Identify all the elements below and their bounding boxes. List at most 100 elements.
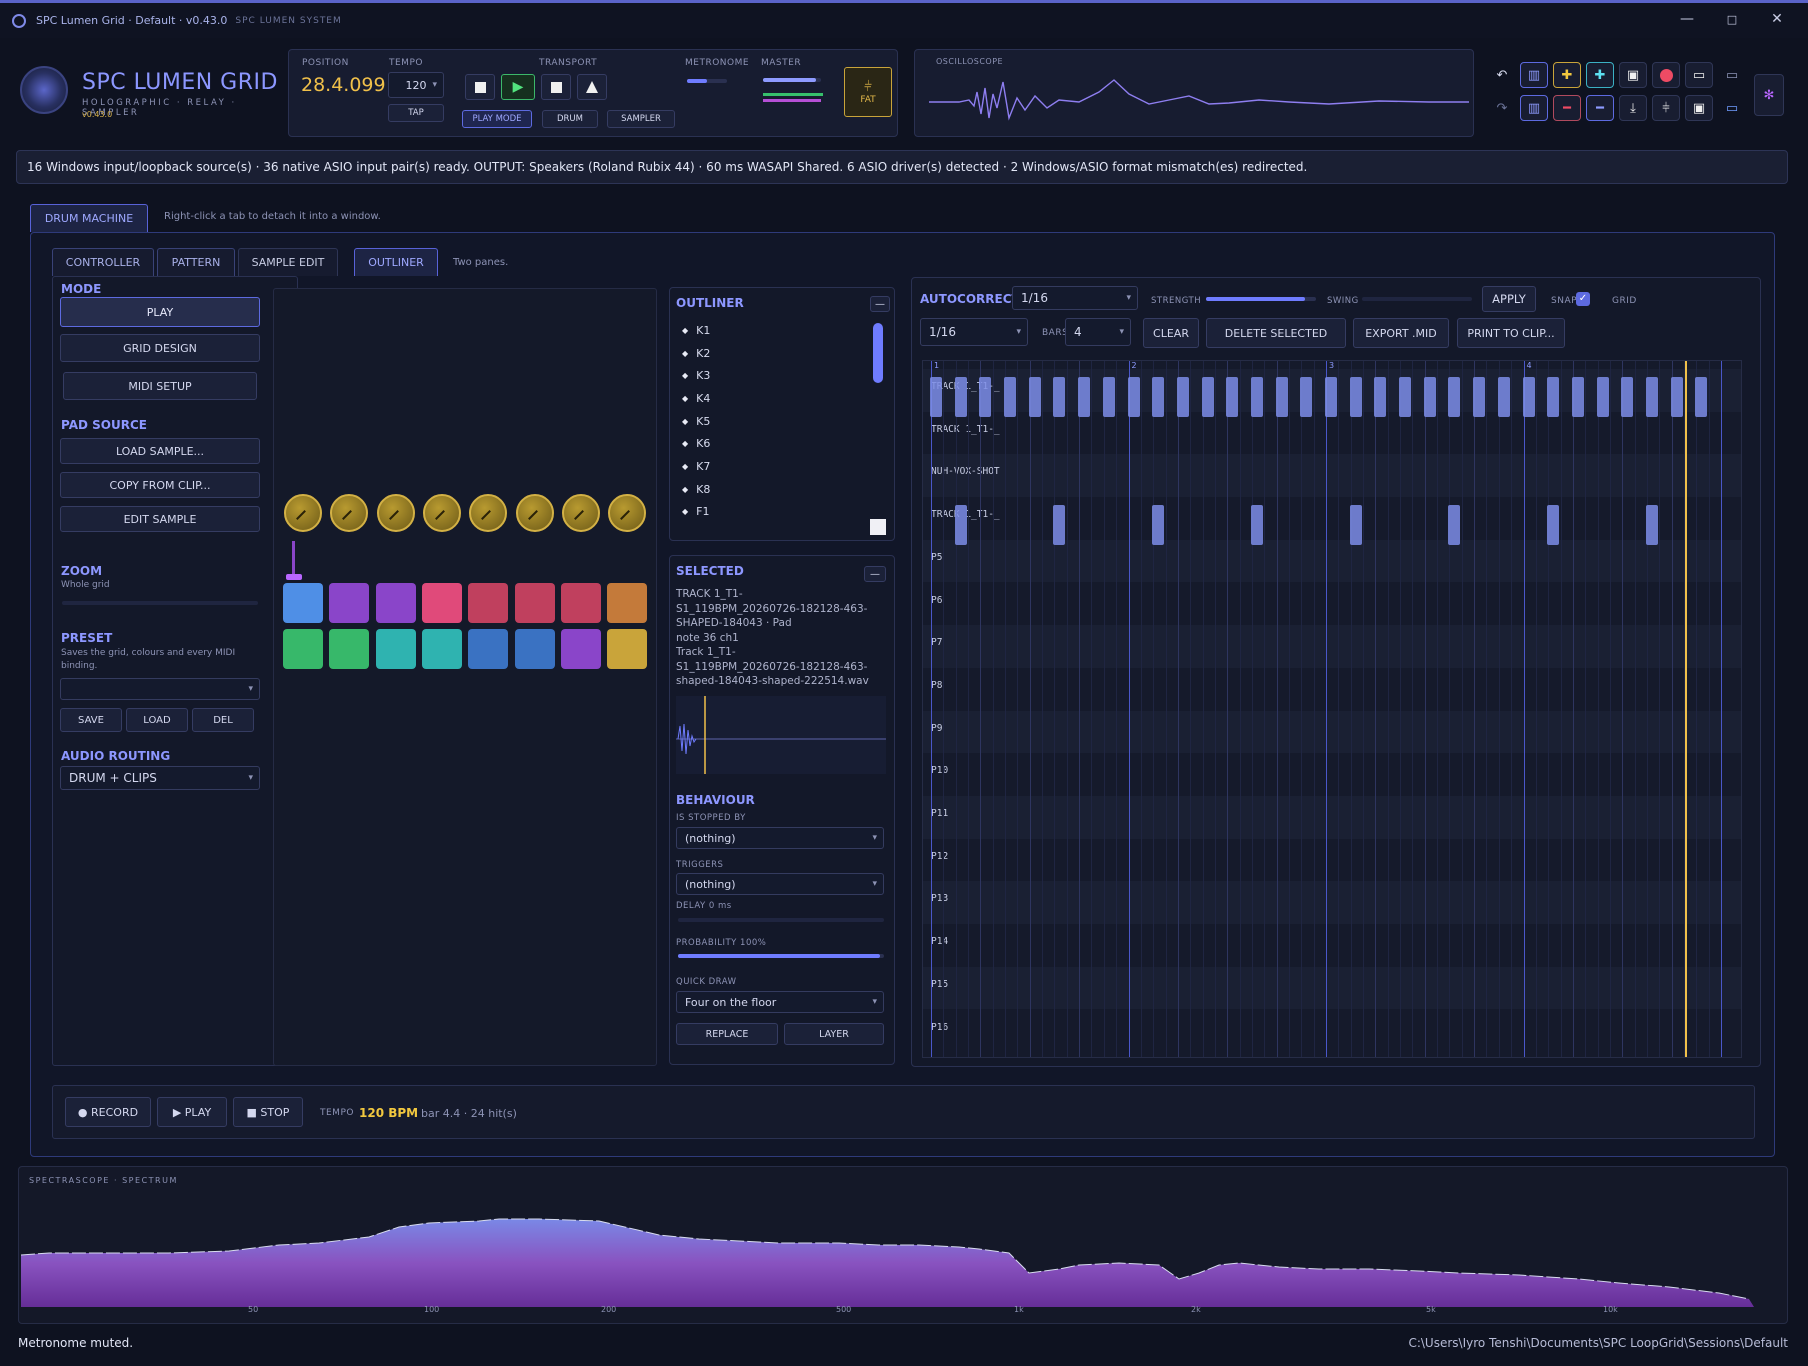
outliner-item[interactable]: K3 <box>682 364 862 387</box>
midi-note[interactable] <box>979 377 992 417</box>
outliner-item[interactable]: K6 <box>682 432 862 455</box>
redo-icon[interactable]: ↷ <box>1488 95 1516 121</box>
midi-note[interactable] <box>1053 377 1066 417</box>
drum-pad[interactable] <box>514 629 555 669</box>
midi-note[interactable] <box>1571 377 1584 417</box>
piano-roll-row[interactable] <box>923 796 1741 839</box>
midi-note[interactable] <box>1473 377 1486 417</box>
triggers-select[interactable]: (nothing) <box>676 873 884 895</box>
tab-pattern[interactable]: PATTERN <box>157 248 235 276</box>
macro-knob[interactable] <box>422 494 461 532</box>
audio-routing-select[interactable]: DRUM + CLIPS <box>60 766 260 790</box>
drum-pad[interactable] <box>283 629 323 669</box>
outliner-item[interactable]: K2 <box>682 342 862 365</box>
midi-note[interactable] <box>1645 377 1658 417</box>
midi-note[interactable] <box>1176 377 1189 417</box>
midi-note[interactable] <box>1250 377 1263 417</box>
midi-note[interactable] <box>930 377 942 417</box>
strength-slider[interactable] <box>1206 297 1316 301</box>
piano-roll-row[interactable] <box>923 753 1741 796</box>
pattern-play-button[interactable]: ▶ PLAY <box>157 1097 227 1127</box>
midi-setup-button[interactable]: MIDI SETUP <box>63 372 257 400</box>
stopped-by-select[interactable]: (nothing) <box>676 827 884 849</box>
midi-note[interactable] <box>1448 505 1461 546</box>
playhead[interactable] <box>1685 361 1688 1057</box>
midi-note[interactable] <box>1127 377 1140 417</box>
stop-button[interactable] <box>465 74 495 100</box>
drum-pad[interactable] <box>468 629 509 669</box>
piano-roll-row[interactable] <box>923 625 1741 668</box>
save-icon[interactable]: ▣ <box>1619 62 1647 88</box>
fat-button[interactable]: ⫩ FAT <box>844 67 892 117</box>
save-as-icon[interactable]: ▣ <box>1685 95 1713 121</box>
record-stop-button[interactable] <box>541 74 571 100</box>
outliner-item[interactable]: K8 <box>682 478 862 501</box>
midi-note[interactable] <box>1201 377 1214 417</box>
fader-handle[interactable] <box>286 574 302 580</box>
play-mode-button[interactable]: PLAY MODE <box>462 110 532 128</box>
delay-slider[interactable] <box>678 918 884 922</box>
tab-sample-edit[interactable]: SAMPLE EDIT <box>238 248 338 276</box>
drum-pad[interactable] <box>421 583 462 623</box>
maximize-icon[interactable]: □ <box>1720 13 1744 26</box>
piano-roll-row[interactable] <box>923 1009 1741 1053</box>
replace-button[interactable]: REPLACE <box>676 1023 778 1045</box>
add-track-icon[interactable]: ✚ <box>1586 62 1614 88</box>
remove-track-icon[interactable]: ━ <box>1586 95 1614 121</box>
bars-select[interactable]: 4 <box>1065 318 1131 346</box>
tab-outliner[interactable]: OUTLINER <box>354 248 438 276</box>
layer-button[interactable]: LAYER <box>784 1023 884 1045</box>
edit-sample-button[interactable]: EDIT SAMPLE <box>60 506 260 532</box>
load-sample-button[interactable]: LOAD SAMPLE... <box>60 438 260 464</box>
preset-save-button[interactable]: SAVE <box>60 708 122 732</box>
outliner-scrollbar[interactable] <box>873 323 883 383</box>
delete-selected-button[interactable]: DELETE SELECTED <box>1206 318 1346 348</box>
piano-roll-row[interactable] <box>923 924 1741 967</box>
drum-pad[interactable] <box>560 583 601 623</box>
drum-button[interactable]: DRUM <box>542 110 598 128</box>
macro-knob[interactable] <box>330 494 369 532</box>
download-icon[interactable]: ⤓ <box>1619 95 1647 121</box>
midi-note[interactable] <box>1645 505 1658 546</box>
macro-knob[interactable] <box>515 494 554 532</box>
piano-roll-row[interactable] <box>923 710 1741 754</box>
midi-note[interactable] <box>954 505 967 546</box>
quick-draw-select[interactable]: Four on the floor <box>676 991 884 1013</box>
outliner-item[interactable]: K5 <box>682 410 862 433</box>
piano-roll-row[interactable] <box>923 881 1741 925</box>
apply-button[interactable]: APPLY <box>1482 286 1536 312</box>
autocorrect-select[interactable]: 1/16 <box>1012 286 1138 310</box>
screen-icon[interactable]: ▭ <box>1718 95 1746 121</box>
midi-note[interactable] <box>1078 377 1091 417</box>
tab-controller[interactable]: CONTROLLER <box>52 248 154 276</box>
snap-checkbox[interactable]: ✓ <box>1576 292 1590 306</box>
midi-note[interactable] <box>1596 377 1609 417</box>
midi-note[interactable] <box>1275 377 1288 417</box>
macro-knob[interactable] <box>376 494 415 532</box>
midi-note[interactable] <box>1670 377 1683 417</box>
midi-note[interactable] <box>1226 377 1239 417</box>
monitor-icon[interactable]: ▭ <box>1685 62 1713 88</box>
preset-select[interactable] <box>60 678 260 700</box>
piano-roll-row[interactable] <box>923 539 1741 583</box>
macro-knob[interactable] <box>284 494 322 532</box>
export-mid-button[interactable]: EXPORT .MID <box>1353 318 1449 348</box>
outliner-collapse-button[interactable]: — <box>870 296 890 312</box>
piano-roll-row[interactable] <box>923 497 1741 540</box>
midi-note[interactable] <box>954 377 967 417</box>
record-icon[interactable] <box>1652 62 1680 88</box>
outliner-item[interactable]: F1 <box>682 501 862 524</box>
midi-note[interactable] <box>1497 377 1510 417</box>
midi-note[interactable] <box>1547 377 1560 417</box>
zoom-slider[interactable] <box>62 601 258 605</box>
midi-note[interactable] <box>1349 377 1362 417</box>
swing-slider[interactable] <box>1362 297 1472 301</box>
drum-pad[interactable] <box>560 629 601 669</box>
piano-roll-grid[interactable]: TRACK 1_T1-_TRACK 1_T1-_NUH-VOX-SHOTTRAC… <box>922 360 1742 1058</box>
piano-roll-row[interactable] <box>923 411 1741 455</box>
piano-roll-row[interactable] <box>923 838 1741 882</box>
metronome-volume-slider[interactable] <box>687 79 727 83</box>
add-icon[interactable]: ✚ <box>1553 62 1581 88</box>
midi-note[interactable] <box>1325 377 1337 417</box>
midi-note[interactable] <box>1102 377 1115 417</box>
